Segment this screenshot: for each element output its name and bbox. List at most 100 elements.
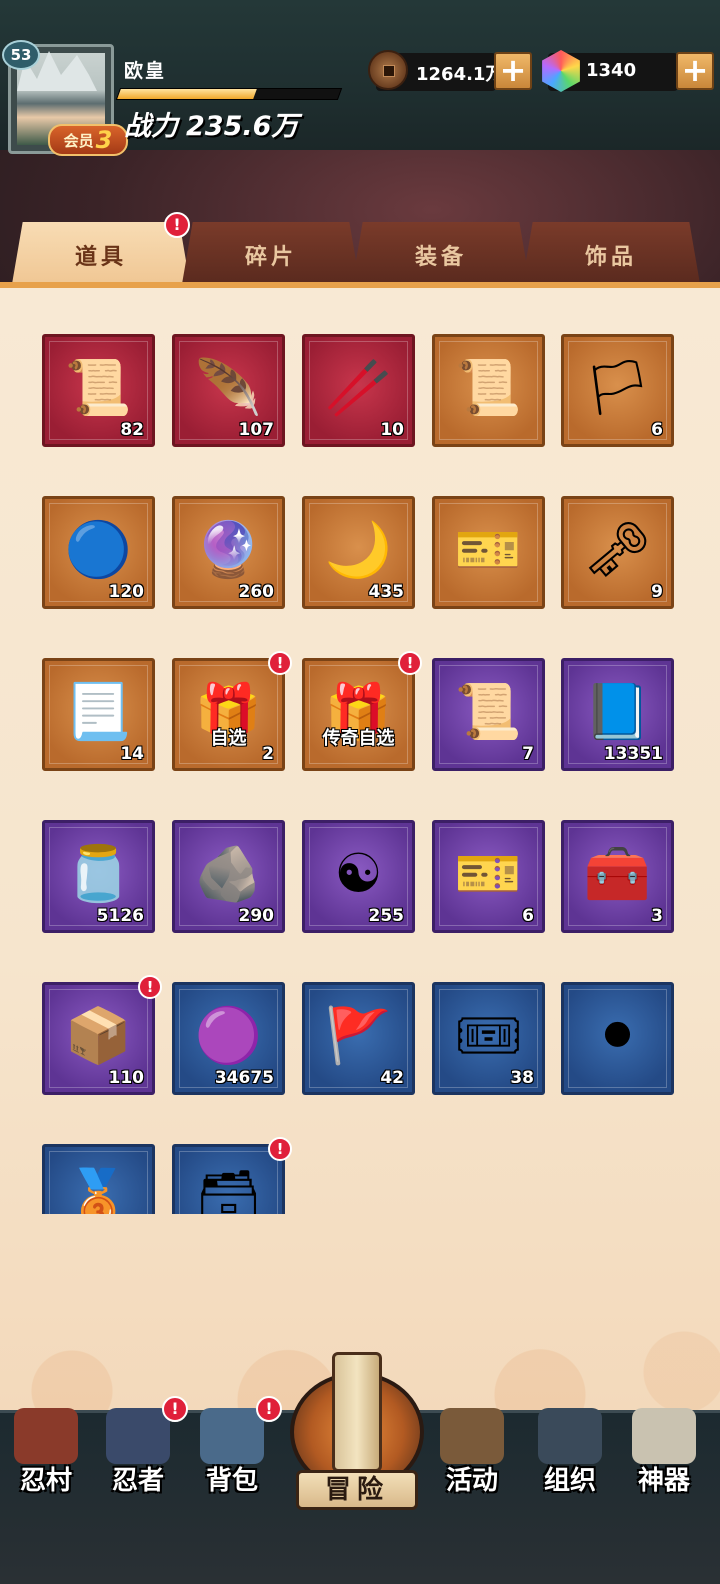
lucky-ticket-gold-icon: 🎫 [454,842,523,906]
item-tag: 传奇自选 [322,728,395,749]
vip-badge[interactable]: 会员 3 [48,124,128,156]
artifact-book-icon [632,1408,696,1464]
tab-equipment[interactable]: 装备 [352,222,530,284]
inventory-slot[interactable]: 🎁 自选 2! [172,651,292,771]
inventory-slot[interactable]: 🎁 传奇自选! [302,651,422,771]
blue-gift-box-icon: 📦 [64,1004,133,1068]
vip-level: 3 [95,126,113,154]
organization-icon [538,1408,602,1464]
coin-amount: 1264.1万 [416,64,504,85]
tab-items[interactable]: 道具 [12,222,190,284]
nav-label: 神器 [637,1466,690,1496]
inventory-slot[interactable]: 🥉 [42,1144,155,1214]
inventory-slot[interactable]: 🔮 260 [172,496,285,609]
nav-adventure[interactable]: 冒险 [290,1352,424,1512]
nav-organization[interactable]: 组织 [524,1404,616,1504]
crossed-kunai-icon [440,1408,504,1464]
item-count: 34675 [214,1068,274,1088]
tab-alert-badge: ! [164,212,190,238]
inventory-slot[interactable]: 🏳 6 [561,334,674,447]
inventory-slot[interactable]: 📜 82 [42,334,155,447]
player-name: 欧皇 [124,60,167,82]
inventory-slot[interactable]: 📜 [432,334,545,447]
nav-label: 背包 [205,1466,258,1496]
item-count: 120 [108,582,145,602]
inventory-slot[interactable]: 🗃! [172,1137,292,1214]
inventory-slot[interactable]: 🫙 5126 [42,820,155,933]
adventure-scroll-icon [332,1352,382,1472]
inventory-slot[interactable]: 📜 7 [432,658,545,771]
inventory-slot[interactable]: 📃 14 [42,658,155,771]
inventory-slot[interactable]: 🧰 3 [561,820,674,933]
level-badge: 53 [2,40,40,70]
nav-label: 组织 [543,1466,596,1496]
seal-cloth-icon: 🏳 [583,356,652,420]
power-value: 235.6万 [186,111,299,142]
ninja-scroll-bundle-icon: 📜 [64,356,133,420]
nav-alert-badge: ! [256,1396,282,1422]
battle-flag-scroll-icon: 🚩 [324,1004,393,1068]
nav-artifacts[interactable]: 神器 [618,1404,710,1504]
nav-events[interactable]: 活动 [426,1404,518,1504]
item-count: 38 [510,1068,534,1088]
summon-scroll-icon: 📜 [454,356,523,420]
chakra-orb-glow-icon: 🔮 [194,518,263,582]
inventory-slot[interactable]: 🌙 435 [302,496,415,609]
inventory-slot[interactable]: 🪨 290 [172,820,285,933]
item-count: 255 [368,906,405,926]
inventory-slot[interactable]: 🎫 [432,496,545,609]
purple-scroll-icon: 📜 [454,680,523,744]
crescent-moon-icon: 🌙 [324,518,393,582]
item-count: 6 [651,420,663,440]
inventory-slot[interactable]: ⚫ [561,982,674,1095]
item-count: 3 [651,906,663,926]
bronze-key-icon: 🗝 [583,518,652,582]
inventory-slot[interactable]: 🥢 10 [302,334,415,447]
inventory-slot[interactable]: ☯ 255 [302,820,415,933]
tab-accessories[interactable]: 饰品 [522,222,700,284]
bronze-disc-icon: 🥉 [64,1166,133,1214]
nav-label: 忍村 [19,1466,72,1496]
nav-label: 活动 [445,1466,498,1496]
exp-bar [115,88,343,100]
item-count: 290 [238,906,275,926]
inventory-slot[interactable]: 📘 13351 [561,658,674,771]
refresh-ticket-icon: 🎟 [454,1004,523,1068]
blue-chest-icon: 🗃 [194,1166,263,1214]
slot-alert-badge: ! [398,651,422,675]
inventory-slot[interactable]: 🎟 38 [432,982,545,1095]
slot-alert-badge: ! [268,1137,292,1161]
item-count: 110 [108,1068,145,1088]
village-gate-icon [14,1408,78,1464]
inventory-slot[interactable]: 🚩 42 [302,982,415,1095]
add-coins-button[interactable]: + [494,52,532,90]
slot-alert-badge: ! [138,975,162,999]
item-count: 42 [380,1068,404,1088]
item-count: 14 [120,744,144,764]
paper-talisman-icon: 📃 [64,680,133,744]
item-count: 435 [368,582,405,602]
chakra-orb-blue-icon: 🔵 [64,518,133,582]
combat-power: 战力 235.6万 [124,104,298,143]
tab-fragments[interactable]: 碎片 [182,222,360,284]
inventory-slot[interactable]: 🎫 6 [432,820,545,933]
wooden-stick-icon: 🥢 [324,356,393,420]
inventory-slot[interactable]: 🟣 34675 [172,982,285,1095]
inventory-slot[interactable]: 📦 110! [42,975,162,1095]
nav-village[interactable]: 忍村 [0,1404,92,1504]
backpack-icon [200,1408,264,1464]
inventory-slot[interactable]: 🪶 107 [172,334,285,447]
go-board-stones-icon: ⚫ [594,1004,641,1068]
inventory-grid[interactable]: 📜 82 🪶 107 🥢 10 📜 🏳 6 🔵 120 🔮 260 🌙 435 🎫 🗝 9 📃 14 🎁 自选 2! 🎁 传奇自… [0,320,720,1214]
inventory-slot[interactable]: 🔵 120 [42,496,155,609]
add-gems-button[interactable]: + [676,52,714,90]
item-count: 5126 [96,906,144,926]
inventory-slot[interactable]: 🗝 9 [561,496,674,609]
exp-bar-fill [117,89,258,99]
item-count: 7 [522,744,534,764]
black-ore-icon: 🪨 [194,842,263,906]
nav-label: 冒险 [296,1470,418,1510]
item-count: 9 [651,582,663,602]
yin-yang-orb-icon: ☯ [334,842,383,906]
copper-coin-icon [368,50,408,90]
